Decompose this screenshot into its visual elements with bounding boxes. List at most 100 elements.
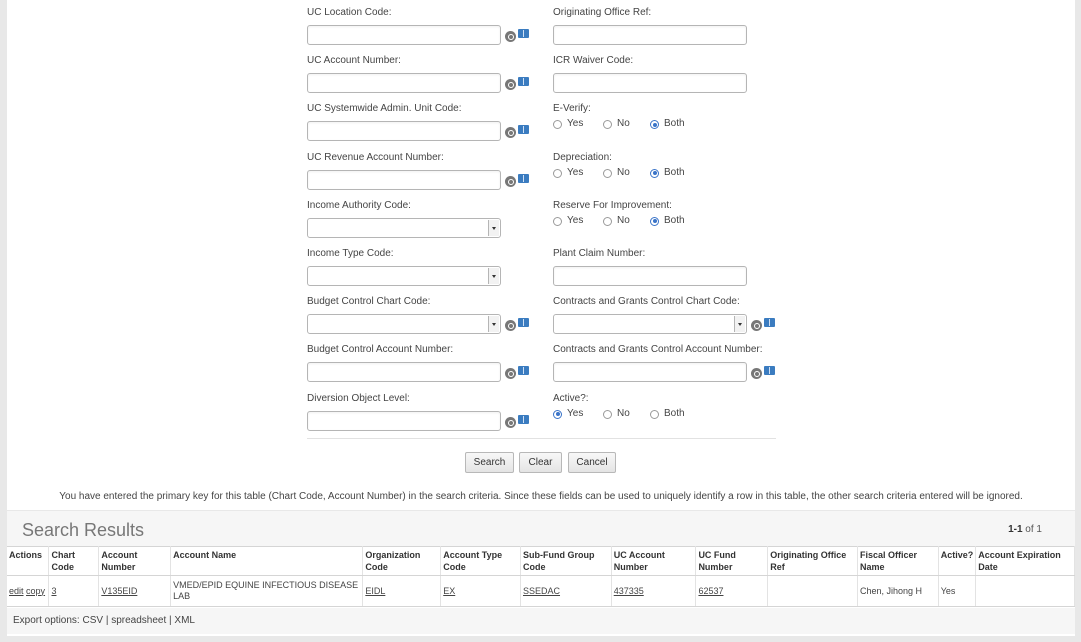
chevron-down-icon: [734, 316, 745, 333]
cancel-button[interactable]: Cancel: [568, 452, 616, 473]
direct-inquiry-book-icon[interactable]: [518, 125, 529, 135]
reserve-for-improvement-radio-yes[interactable]: [553, 216, 562, 226]
e-verify-radio-no[interactable]: [603, 120, 612, 130]
export-xml-link[interactable]: XML: [174, 615, 195, 626]
account-number-link[interactable]: V135EID: [101, 586, 137, 596]
reserve-for-improvement-radio-both[interactable]: [650, 216, 659, 226]
search-results-header: Search Results 1-1 of 1: [7, 510, 1075, 546]
income-authority-code-select[interactable]: [307, 217, 501, 238]
diversion-object-level-label: Diversion Object Level:: [307, 392, 410, 404]
search-results-title: Search Results: [22, 520, 145, 540]
uc-fund-number-link[interactable]: 62537: [698, 586, 723, 596]
account-name-value: VMED/EPID EQUINE INFECTIOUS DISEASE LAB: [173, 580, 359, 601]
budget-control-account-number-label: Budget Control Account Number:: [307, 344, 454, 356]
account-expiration-date-cell: [975, 575, 1075, 607]
originating-office-ref-input[interactable]: [553, 25, 747, 45]
uc-account-number-input[interactable]: [307, 73, 501, 94]
direct-inquiry-book-icon[interactable]: [518, 414, 529, 424]
chart-code-link[interactable]: 3: [51, 586, 56, 596]
budget-control-chart-code-select[interactable]: [307, 314, 501, 335]
column-header-uc-account-number: UC Account Number: [611, 546, 697, 576]
fiscal-officer-name-cell: Chen, Jihong H: [857, 575, 939, 607]
column-header-uc-fund-number: UC Fund Number: [695, 546, 769, 576]
direct-inquiry-book-icon[interactable]: [518, 318, 529, 328]
e-verify-radio-yes[interactable]: [553, 120, 562, 130]
search-icon[interactable]: [505, 320, 516, 332]
uc-systemwide-admin-unit-code-input[interactable]: [307, 121, 501, 142]
account-number-cell: V135EID: [98, 575, 172, 607]
column-header-organization-code: Organization Code: [362, 546, 442, 576]
uc-revenue-account-number-input[interactable]: [307, 169, 501, 190]
contracts-and-grants-control-account-number-label: Contracts and Grants Control Account Num…: [553, 344, 763, 356]
edit-link[interactable]: edit: [9, 586, 24, 596]
contracts-and-grants-control-chart-code-select[interactable]: [553, 314, 747, 335]
search-icon[interactable]: [505, 416, 516, 428]
results-pager: 1-1 of 1: [1008, 524, 1042, 535]
plant-claim-number-label: Plant Claim Number:: [553, 248, 646, 259]
income-type-code-select[interactable]: [307, 266, 501, 286]
e-verify-radio-both[interactable]: [650, 120, 659, 130]
icr-waiver-code-input[interactable]: [553, 73, 747, 94]
column-header-chart-code: Chart Code: [48, 546, 100, 576]
contracts-and-grants-control-account-number-input[interactable]: [553, 362, 747, 383]
column-header-account-number: Account Number: [98, 546, 172, 576]
search-results-table: Actions Chart Code Account Number Account N…: [7, 546, 1075, 607]
sub-fund-group-code-link[interactable]: SSEDAC: [523, 586, 560, 596]
column-header-account-name: Account Name: [170, 546, 364, 576]
depreciation-radio-no[interactable]: [603, 168, 612, 178]
search-icon[interactable]: [505, 79, 516, 91]
depreciation-radio-both[interactable]: [650, 168, 659, 178]
copy-link[interactable]: copy: [26, 586, 45, 596]
diversion-object-level-input[interactable]: [307, 410, 501, 431]
pager-total: of 1: [1022, 524, 1042, 535]
search-button[interactable]: Search: [465, 452, 514, 473]
search-icon[interactable]: [505, 127, 516, 139]
active-radio-no[interactable]: [603, 409, 612, 419]
depreciation-radio-yes[interactable]: [553, 168, 562, 178]
depreciation-option-label: No: [617, 166, 630, 178]
active-option-label: Yes: [567, 407, 584, 419]
direct-inquiry-book-icon[interactable]: [518, 29, 529, 38]
uc-systemwide-admin-unit-code-label: UC Systemwide Admin. Unit Code:: [307, 103, 462, 115]
export-csv-link[interactable]: CSV: [83, 615, 104, 626]
column-header-sub-fund-group-code: Sub-Fund Group Code: [520, 546, 612, 576]
originating-office-ref-label: Originating Office Ref:: [553, 7, 652, 18]
search-icon[interactable]: [751, 320, 762, 332]
search-icon[interactable]: [505, 31, 516, 42]
active-radio-yes[interactable]: [553, 409, 562, 419]
organization-code-link[interactable]: EIDL: [365, 586, 385, 596]
e-verify-option-label: No: [617, 118, 630, 130]
active-radio-both[interactable]: [650, 409, 659, 419]
active-cell: Yes: [938, 575, 977, 607]
clear-button[interactable]: Clear: [519, 452, 562, 473]
income-authority-code-label: Income Authority Code:: [307, 199, 411, 211]
budget-control-account-number-input[interactable]: [307, 362, 501, 383]
search-icon[interactable]: [505, 175, 516, 187]
reserve-for-improvement-option-label: No: [617, 214, 630, 226]
search-icon[interactable]: [751, 368, 762, 380]
originating-office-ref-cell: [767, 575, 858, 607]
depreciation-option-label: Yes: [567, 166, 584, 178]
direct-inquiry-book-icon[interactable]: [764, 366, 775, 376]
table-header-row: Actions Chart Code Account Number Account N…: [7, 546, 1075, 576]
plant-claim-number-input[interactable]: [553, 266, 747, 286]
export-spreadsheet-link[interactable]: spreadsheet: [111, 615, 166, 626]
e-verify-label: E-Verify:: [553, 103, 591, 115]
pager-range: 1-1: [1008, 524, 1023, 535]
sub-fund-group-code-cell: SSEDAC: [520, 575, 612, 607]
direct-inquiry-book-icon[interactable]: [764, 318, 775, 328]
column-header-account-expiration-date: Account Expiration Date: [975, 546, 1075, 576]
budget-control-chart-code-label: Budget Control Chart Code:: [307, 296, 431, 308]
account-name-cell: VMED/EPID EQUINE INFECTIOUS DISEASE LAB: [170, 575, 364, 607]
reserve-for-improvement-radio-no[interactable]: [603, 216, 612, 226]
e-verify-option-label: Yes: [567, 118, 584, 130]
direct-inquiry-book-icon[interactable]: [518, 366, 529, 376]
uc-account-number-link[interactable]: 437335: [614, 586, 644, 596]
direct-inquiry-book-icon[interactable]: [518, 173, 529, 183]
uc-location-code-input[interactable]: [307, 25, 501, 45]
column-header-active: Active?: [938, 546, 977, 576]
icr-waiver-code-label: ICR Waiver Code:: [553, 55, 634, 67]
account-type-code-link[interactable]: EX: [443, 586, 455, 596]
search-icon[interactable]: [505, 368, 516, 380]
direct-inquiry-book-icon[interactable]: [518, 77, 529, 87]
